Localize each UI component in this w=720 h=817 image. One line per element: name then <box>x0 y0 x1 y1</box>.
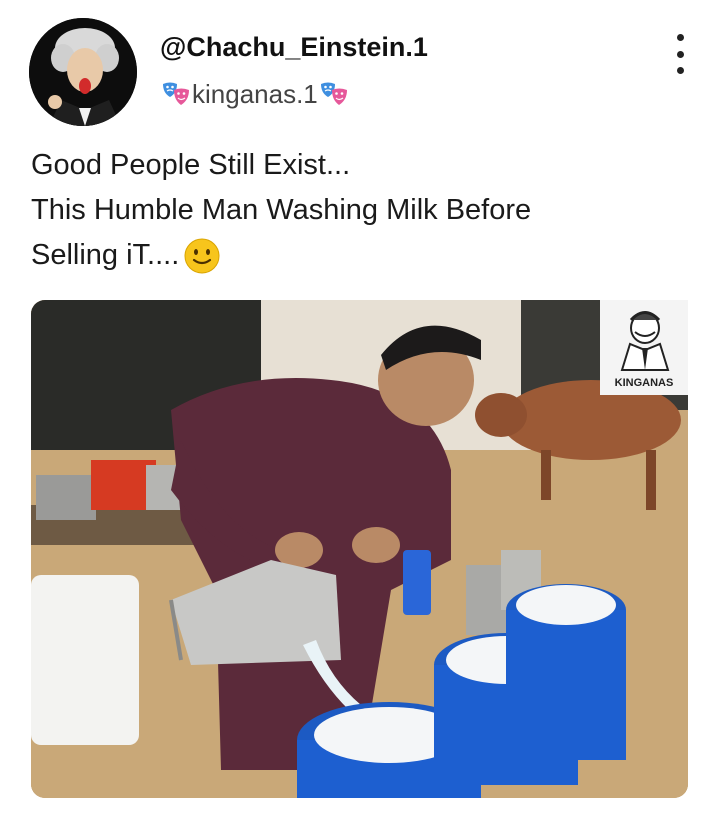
author-subline[interactable]: kinganas.1 <box>160 78 350 110</box>
author-handle[interactable]: @Chachu_Einstein.1 <box>160 32 428 63</box>
author-avatar[interactable] <box>29 18 137 126</box>
caption-line: This Humble Man Washing Milk Before <box>31 194 532 226</box>
author-subname: kinganas.1 <box>192 78 318 109</box>
post-photo[interactable] <box>31 300 688 798</box>
caption-line-text: Selling iT.... <box>31 239 180 271</box>
theater-masks-icon <box>160 78 192 110</box>
watermark-text: KINGANAS <box>615 377 674 389</box>
caption-line-last: Selling iT.... <box>31 233 691 278</box>
kinganas-watermark: KINGANAS <box>600 300 688 395</box>
more-vertical-icon[interactable] <box>668 34 692 74</box>
smiling-face-emoji <box>183 237 221 275</box>
post-header: @Chachu_Einstein.1 kinganas.1 <box>0 0 720 130</box>
theater-masks-icon <box>318 78 350 110</box>
post-caption: Good People Still Exist... This Humble M… <box>31 143 691 278</box>
caption-line: Good People Still Exist... <box>31 149 351 181</box>
